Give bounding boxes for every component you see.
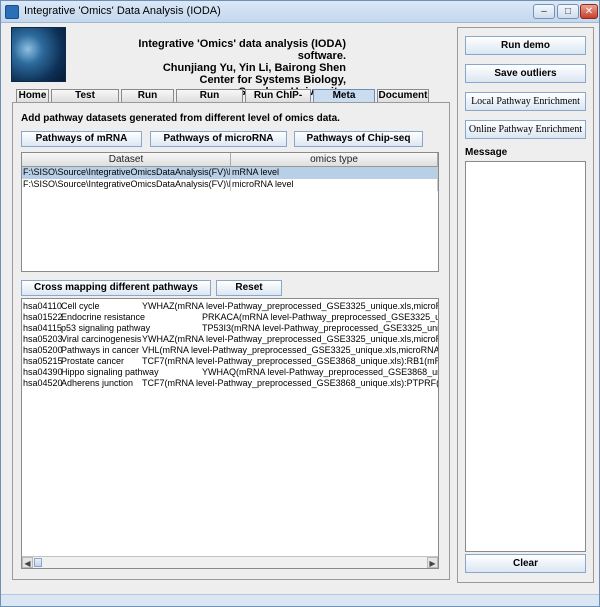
pathways-of-mrna-button[interactable]: Pathways of mRNA (21, 131, 142, 147)
omics-type-cell: mRNA level (231, 167, 438, 179)
header-line-3: Center for Systems Biology, (199, 74, 347, 86)
minimize-button[interactable]: – (533, 4, 555, 19)
online-pathway-enrichment-button[interactable]: Online Pathway Enrichment (465, 120, 586, 139)
table-row[interactable]: F:\SISO\Source\IntegrativeOmicsDataAnaly… (22, 179, 438, 191)
pathway-name: Pathways in cancer (61, 345, 140, 355)
pathways-of-chip-seq-button[interactable]: Pathways of Chip-seq (294, 131, 423, 147)
pathways-of-microrna-button[interactable]: Pathways of microRNA (150, 131, 287, 147)
tab-document[interactable]: Document (377, 89, 429, 103)
app-icon (5, 5, 19, 19)
pathway-genes: VHL(mRNA level-Pathway_preprocessed_GSE3… (142, 345, 439, 355)
table-row[interactable]: F:\SISO\Source\IntegrativeOmicsDataAnaly… (22, 167, 438, 179)
dataset-table[interactable]: Dataset omics type F:\SISO\Source\Integr… (21, 152, 439, 272)
omics-type-cell: microRNA level (231, 179, 438, 191)
dataset-cell: F:\SISO\Source\IntegrativeOmicsDataAnaly… (23, 167, 231, 179)
tab-home[interactable]: Home (16, 89, 49, 103)
pathway-name: Prostate cancer (61, 356, 125, 366)
pathway-genes: YWHAZ(mRNA level-Pathway_preprocessed_GS… (142, 334, 439, 344)
save-outliers-button[interactable]: Save outliers (465, 64, 586, 83)
maximize-button[interactable]: □ (557, 4, 579, 19)
column-header-omics-type[interactable]: omics type (231, 153, 438, 167)
window-title: Integrative 'Omics' Data Analysis (IODA) (24, 5, 221, 17)
run-demo-button[interactable]: Run demo (465, 36, 586, 55)
reset-button[interactable]: Reset (216, 280, 282, 296)
results-area[interactable]: hsa04110 Cell cycle YWHAZ(mRNA level-Pat… (21, 298, 439, 569)
close-button[interactable]: ✕ (580, 4, 598, 19)
pathway-id: hsa04390 (23, 367, 63, 377)
pathway-genes: PRKACA(mRNA level-Pathway_preprocessed_G… (202, 312, 439, 322)
pathway-name: Hippo signaling pathway (61, 367, 159, 377)
pathway-id: hsa04110 (23, 301, 62, 311)
pathway-name: Endocrine resistance (61, 312, 146, 322)
bottom-bar (1, 594, 599, 606)
pathway-name: Viral carcinogenesis (61, 334, 142, 344)
header-line-1: Integrative 'Omics' data analysis (IODA)… (138, 38, 346, 62)
pathway-id: hsa04520 (23, 378, 63, 388)
title-bar[interactable]: Integrative 'Omics' Data Analysis (IODA)… (1, 1, 599, 23)
scrollbar-thumb[interactable] (34, 558, 42, 567)
dataset-cell: F:\SISO\Source\IntegrativeOmicsDataAnaly… (23, 179, 231, 191)
pathway-genes: TP53I3(mRNA level-Pathway_preprocessed_G… (202, 323, 439, 333)
pathway-id: hsa05215 (23, 356, 63, 366)
tab-test-algorithm[interactable]: Test algorithm (51, 89, 119, 113)
pathway-genes: YWHAQ(mRNA level-Pathway_preprocessed_GS… (202, 367, 439, 377)
message-label: Message (465, 147, 508, 158)
pathway-id: hsa05200 (23, 345, 63, 355)
cross-mapping-button[interactable]: Cross mapping different pathways (21, 280, 211, 296)
pathway-genes: TCF7(mRNA level-Pathway_preprocessed_GSE… (142, 378, 439, 388)
pathway-name: Adherens junction (61, 378, 134, 388)
tab-meta-analysis[interactable]: Meta analysis (313, 89, 375, 113)
tab-run-mrna[interactable]: Run mRNA (121, 89, 174, 113)
message-textarea[interactable] (465, 161, 586, 552)
logo-image (11, 27, 66, 82)
clear-button[interactable]: Clear (465, 554, 586, 573)
pathway-id: hsa01522 (23, 312, 63, 322)
pathway-id: hsa04115 (23, 323, 62, 333)
pathway-genes: TCF7(mRNA level-Pathway_preprocessed_GSE… (142, 356, 439, 366)
pathway-name: p53 signaling pathway (61, 323, 151, 333)
scroll-left-icon[interactable]: ◀ (22, 557, 33, 568)
pathway-name: Cell cycle (61, 301, 100, 311)
tab-run-microrna[interactable]: Run microRNA (176, 89, 243, 113)
scroll-right-icon[interactable]: ▶ (427, 557, 438, 568)
tab-run-chip-seq[interactable]: Run ChIP-seq (245, 89, 311, 113)
instruction-text: Add pathway datasets generated from diff… (21, 113, 340, 124)
pathway-id: hsa05203 (23, 334, 63, 344)
header-line-2: Chunjiang Yu, Yin Li, Bairong Shen (162, 62, 346, 74)
pathway-genes: YWHAZ(mRNA level-Pathway_preprocessed_GS… (142, 301, 439, 311)
main-window: Integrative 'Omics' Data Analysis (IODA)… (0, 0, 600, 607)
column-header-dataset[interactable]: Dataset (22, 153, 231, 167)
local-pathway-enrichment-button[interactable]: Local Pathway Enrichment (465, 92, 586, 111)
horizontal-scrollbar[interactable]: ◀ ▶ (22, 556, 438, 568)
